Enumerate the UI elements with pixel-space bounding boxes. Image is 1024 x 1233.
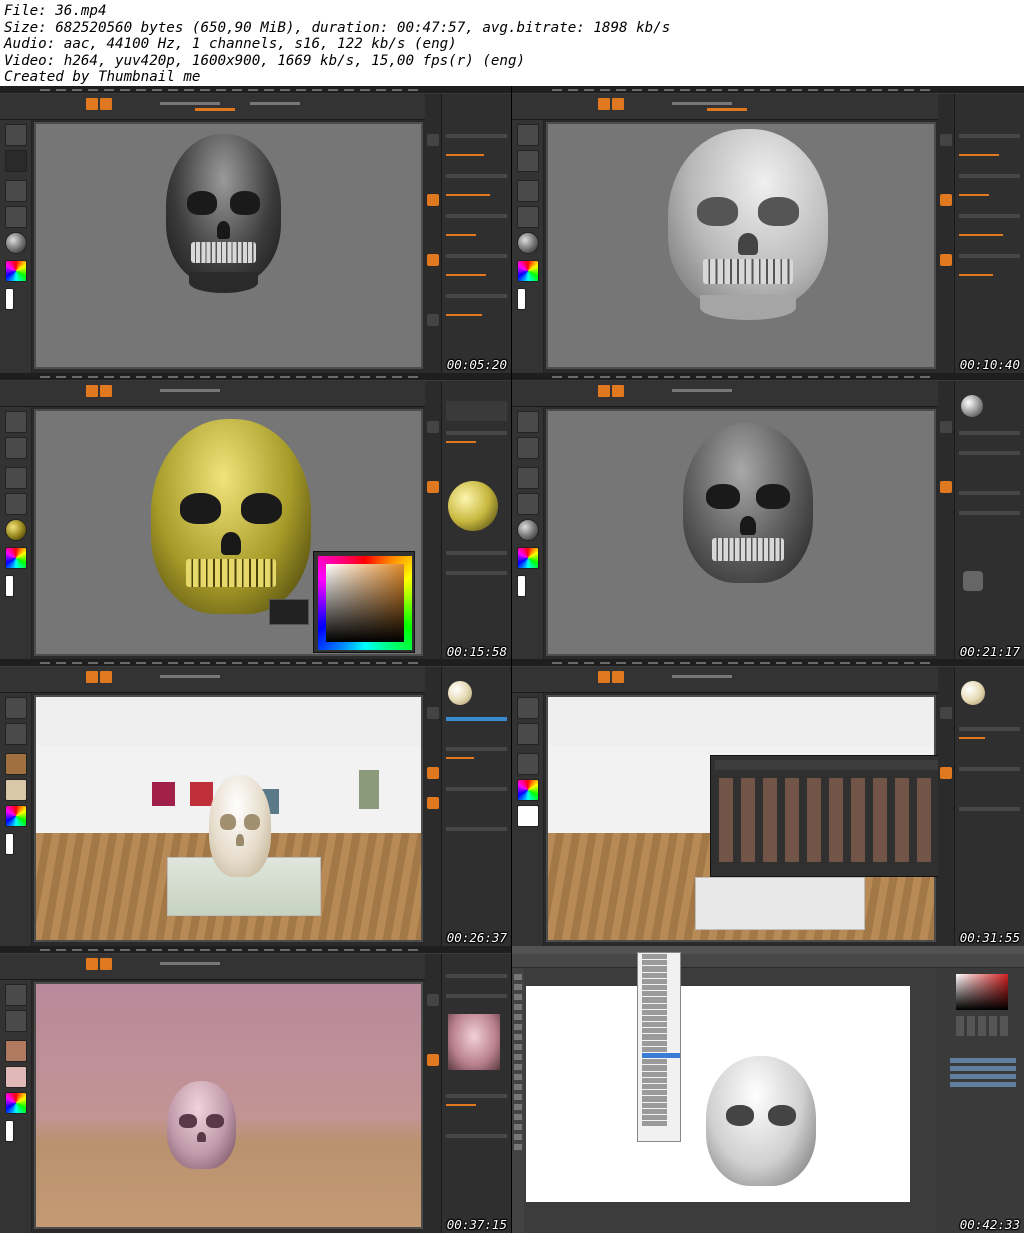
photoshop-options-bar (512, 954, 1024, 968)
color-tooltip (269, 599, 309, 625)
light-sphere (448, 681, 472, 705)
thumbnail[interactable]: 00:21:17 (512, 373, 1024, 660)
right-shelf (938, 94, 954, 373)
viewport (34, 982, 423, 1229)
right-shelf (938, 381, 954, 660)
light-palette (954, 667, 1024, 946)
light-palette (441, 381, 511, 660)
window-menu[interactable] (637, 952, 681, 1142)
photoshop-menubar (512, 946, 1024, 954)
video-info: Video: h264, yuv420p, 1600x900, 1669 kb/… (4, 52, 526, 69)
light-palette (954, 381, 1024, 660)
draw-button (86, 671, 98, 683)
menu-bar (512, 373, 1024, 381)
thumbnail-grid: 00:05:20 00:10:40 00:15:58 00:21:17 00:2… (0, 86, 1024, 1233)
menu-bar (0, 946, 511, 954)
layer-comps-item[interactable] (642, 1053, 680, 1059)
light-sphere (961, 395, 983, 417)
right-shelf (425, 381, 441, 660)
creator-line: Created by Thumbnail me (4, 69, 201, 86)
file-name: File: 36.mp4 (4, 3, 107, 19)
light-palette (441, 954, 511, 1233)
skull-model (151, 419, 311, 614)
left-shelf (512, 693, 544, 946)
skull-model (166, 1081, 237, 1169)
viewport (546, 409, 936, 656)
thumbnail[interactable]: 00:26:37 (0, 659, 511, 946)
viewport (34, 695, 423, 942)
right-shelf (425, 667, 441, 946)
layers-panel (950, 1058, 1016, 1088)
timestamp: 00:26:37 (446, 930, 507, 945)
move-button (612, 98, 624, 110)
timestamp: 00:31:55 (959, 930, 1020, 945)
light-palette (441, 667, 511, 946)
left-shelf (0, 980, 32, 1233)
skull-model (209, 774, 271, 877)
move-button (100, 385, 112, 397)
draw-button (86, 98, 98, 110)
skull-render (706, 1056, 816, 1186)
draw-button (598, 671, 610, 683)
thumbnail[interactable]: 00:31:55 (512, 659, 1024, 946)
audio-info: Audio: aac, 44100 Hz, 1 channels, s16, 1… (4, 36, 457, 53)
move-button (100, 958, 112, 970)
left-shelf (0, 120, 32, 373)
thumbnail[interactable]: 00:05:20 (0, 86, 511, 373)
viewport (546, 122, 936, 369)
skull-model (668, 129, 828, 320)
tool-thumbnail (963, 571, 983, 591)
timestamp: 00:10:40 (959, 357, 1020, 372)
menu-bar (512, 659, 1024, 667)
photoshop-tools (512, 968, 524, 1233)
timestamp: 00:37:15 (446, 1217, 507, 1232)
viewport (546, 695, 981, 942)
timestamp: 00:15:58 (446, 644, 507, 659)
draw-button (86, 385, 98, 397)
left-shelf (512, 407, 544, 660)
right-shelf (938, 667, 954, 946)
move-button (100, 671, 112, 683)
thumbnail[interactable]: 00:10:40 (512, 86, 1024, 373)
photoshop-panels (936, 968, 1024, 1233)
left-shelf (0, 407, 32, 660)
skull-model (683, 423, 813, 583)
tool-palette (441, 94, 511, 373)
timestamp: 00:42:33 (959, 1217, 1020, 1232)
thumbnail[interactable]: 00:37:15 (0, 946, 511, 1233)
menu-bar (0, 373, 511, 381)
tool-palette (954, 94, 1024, 373)
viewport (34, 409, 423, 656)
color-picker (956, 974, 1008, 1010)
right-shelf (425, 954, 441, 1233)
color-picker-popup[interactable] (313, 551, 415, 653)
left-shelf (0, 693, 32, 946)
thumbnail[interactable]: 00:42:33 (512, 946, 1024, 1233)
right-shelf (425, 94, 441, 373)
menu-bar (512, 86, 1024, 94)
file-size: Size: 682520560 bytes (650,90 MiB), dura… (4, 19, 671, 36)
move-button (612, 385, 624, 397)
pedestal (694, 876, 865, 931)
menu-bar (0, 659, 511, 667)
draw-button (598, 385, 610, 397)
info-header: File: 36.mp4 Size: 682520560 bytes (650,… (0, 0, 1024, 86)
thumbnail[interactable]: 00:15:58 (0, 373, 511, 660)
skull-model (166, 134, 281, 293)
viewport (34, 122, 423, 369)
left-shelf (512, 120, 544, 373)
draw-button (86, 958, 98, 970)
menu-bar (0, 86, 511, 94)
timestamp: 00:21:17 (959, 644, 1020, 659)
draw-button (598, 98, 610, 110)
document-canvas (526, 986, 910, 1202)
move-button (100, 98, 112, 110)
material-preview (448, 481, 498, 531)
move-button (612, 671, 624, 683)
light-sphere (961, 681, 985, 705)
timestamp: 00:05:20 (446, 357, 507, 372)
environment-preview (448, 1014, 500, 1070)
